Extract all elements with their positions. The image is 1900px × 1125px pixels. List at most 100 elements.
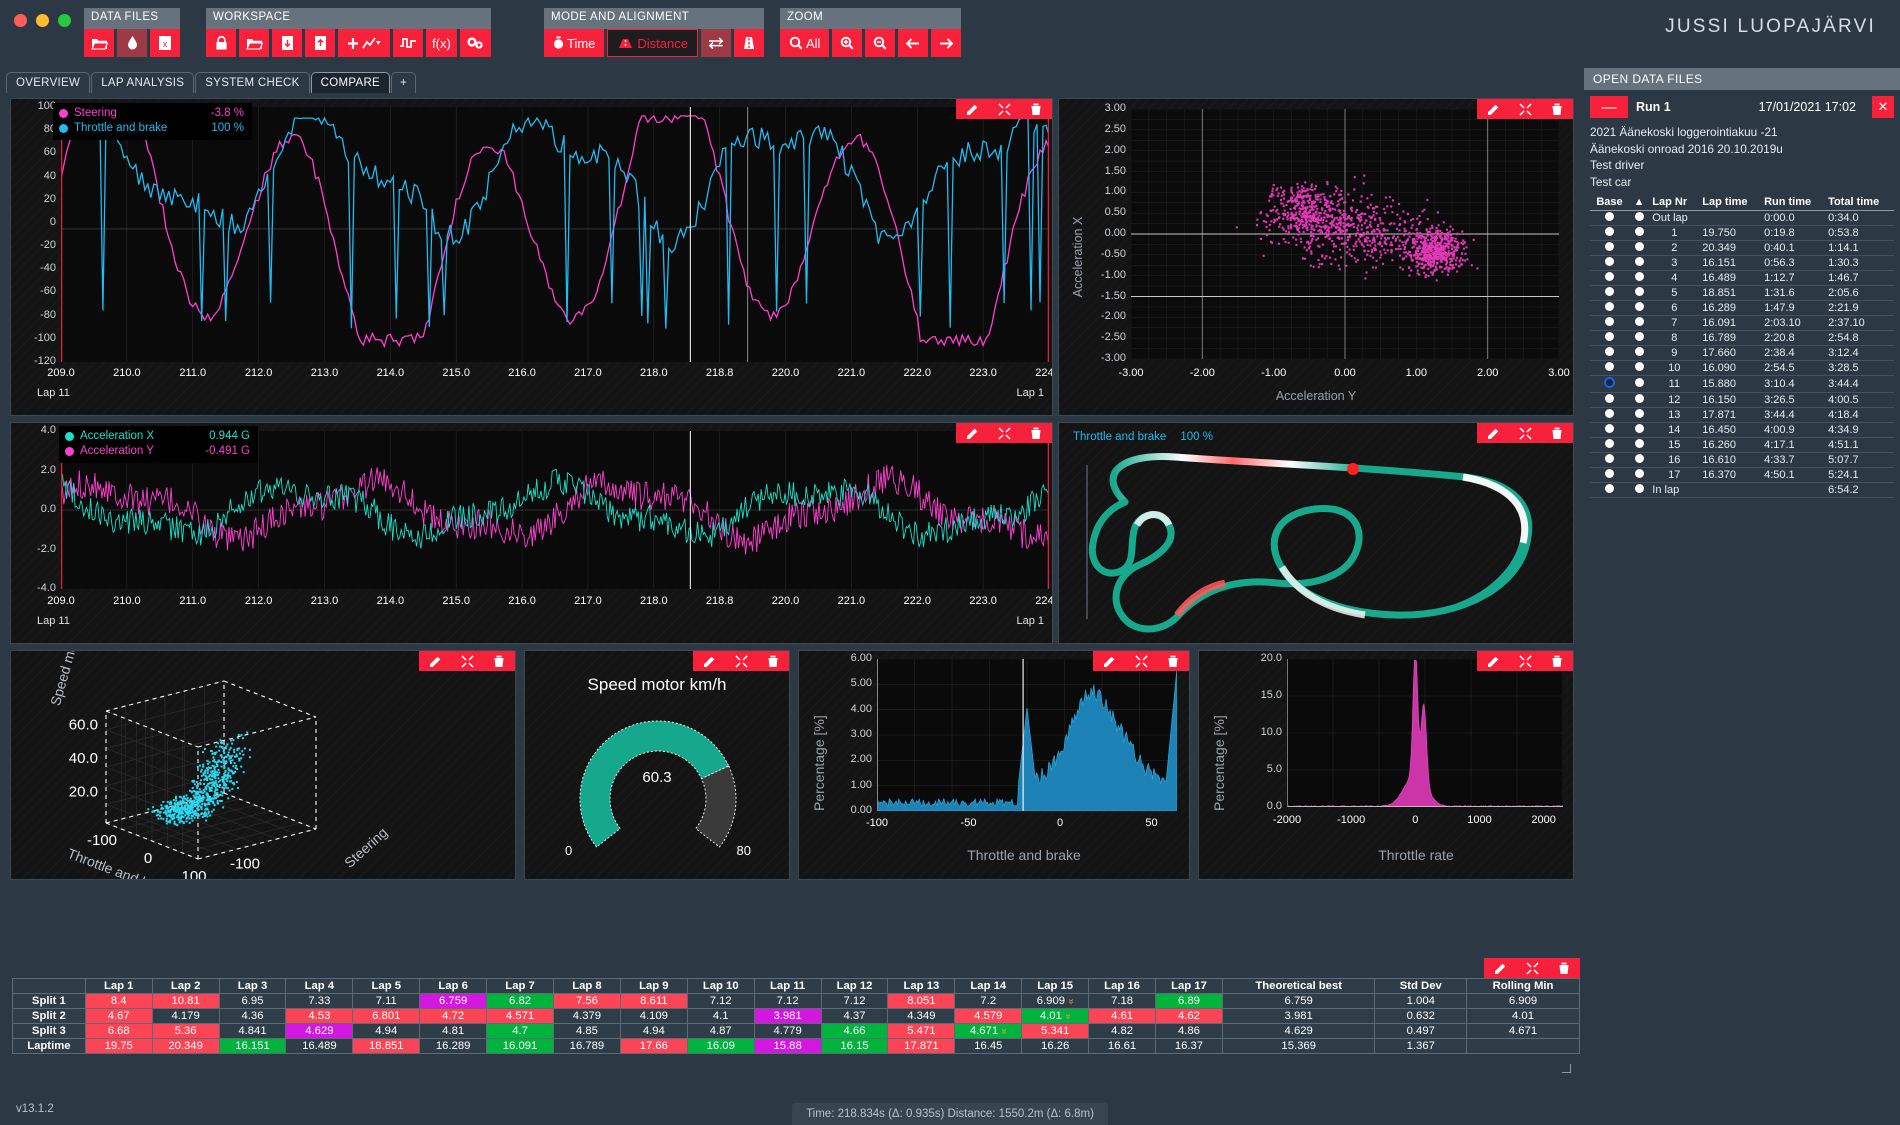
- table-row[interactable]: Split 18.410.816.957.337.116.7596.827.56…: [13, 994, 1580, 1009]
- lap-table-header[interactable]: Base: [1590, 194, 1629, 211]
- new-workspace-icon[interactable]: [305, 29, 335, 57]
- base-radio[interactable]: [1590, 241, 1629, 256]
- split-cell[interactable]: 4.1: [687, 1009, 754, 1024]
- zoom-out-button[interactable]: [865, 29, 895, 57]
- lap-row[interactable]: Out lap0:00.00:34.0: [1590, 211, 1894, 226]
- split-cell[interactable]: 4.61: [1089, 1009, 1156, 1024]
- split-cell[interactable]: [1467, 1039, 1580, 1054]
- split-cell[interactable]: 4.72: [420, 1009, 487, 1024]
- lap-row[interactable]: 1016.0902:54.53:28.5: [1590, 361, 1894, 376]
- split-cell[interactable]: 4.349: [888, 1009, 955, 1024]
- split-table-header[interactable]: Lap 9: [620, 979, 687, 994]
- base-radio[interactable]: [1590, 316, 1629, 331]
- split-table-header[interactable]: Lap 4: [286, 979, 353, 994]
- split-cell[interactable]: 4.62: [1156, 1009, 1223, 1024]
- split-cell[interactable]: 7.11: [353, 994, 420, 1009]
- lap-row[interactable]: 1516.2604:17.14:51.1: [1590, 438, 1894, 453]
- chart-3d-scatter[interactable]: 60.040.020.0-1000100-100 Speed motor Thr…: [10, 650, 516, 880]
- pulse-icon[interactable]: [393, 29, 423, 57]
- chart-acceleration-scatter[interactable]: Acceleration X 3.002.502.001.501.000.500…: [1058, 98, 1574, 416]
- edit-icon[interactable]: [956, 423, 988, 443]
- split-table-header[interactable]: Lap 14: [955, 979, 1022, 994]
- split-cell[interactable]: 16.15: [821, 1039, 888, 1054]
- expand-icon[interactable]: [451, 651, 483, 671]
- split-table-header[interactable]: Theoretical best: [1222, 979, 1375, 994]
- delete-icon[interactable]: [1541, 99, 1573, 119]
- lap-row[interactable]: 716.0912:03.102:37.10: [1590, 316, 1894, 331]
- chart-throttle-brake-histogram[interactable]: Percentage [%] 6.005.004.003.002.001.000…: [798, 650, 1190, 880]
- split-table-header[interactable]: Lap 7: [487, 979, 554, 994]
- lap-row[interactable]: 917.6602:38.43:12.4: [1590, 346, 1894, 361]
- edit-icon[interactable]: [1477, 651, 1509, 671]
- compare-radio[interactable]: [1629, 226, 1649, 241]
- base-radio[interactable]: [1590, 408, 1629, 423]
- table-row[interactable]: Laptime19.7520.34916.15116.48918.85116.2…: [13, 1039, 1580, 1054]
- split-cell[interactable]: 4.01: [1467, 1009, 1580, 1024]
- split-cell[interactable]: 4.81: [420, 1024, 487, 1039]
- split-cell[interactable]: 4.85: [554, 1024, 621, 1039]
- lap-row[interactable]: 316.1510:56.31:30.3: [1590, 256, 1894, 271]
- compare-radio[interactable]: [1629, 468, 1649, 483]
- split-cell[interactable]: 16.789: [554, 1039, 621, 1054]
- split-cell[interactable]: 4.36: [219, 1009, 286, 1024]
- split-table-header[interactable]: Lap 6: [420, 979, 487, 994]
- edit-icon[interactable]: [1477, 99, 1509, 119]
- split-table-header[interactable]: Lap 8: [554, 979, 621, 994]
- zoom-all-button[interactable]: All: [780, 29, 829, 57]
- panel-toolbar[interactable]: [1484, 958, 1580, 978]
- split-table-header[interactable]: Lap 2: [152, 979, 219, 994]
- split-cell[interactable]: 6.82: [487, 994, 554, 1009]
- compare-radio[interactable]: [1629, 301, 1649, 316]
- split-cell[interactable]: 6.68: [85, 1024, 152, 1039]
- split-table-header[interactable]: Rolling Min: [1467, 979, 1580, 994]
- compare-radio[interactable]: [1629, 241, 1649, 256]
- split-cell[interactable]: 17.66: [620, 1039, 687, 1054]
- edit-icon[interactable]: [1093, 651, 1125, 671]
- edit-icon[interactable]: [1477, 423, 1509, 443]
- split-cell[interactable]: 6.909: [1467, 994, 1580, 1009]
- panel-toolbar[interactable]: [1093, 651, 1189, 671]
- compare-radio[interactable]: [1629, 211, 1649, 226]
- split-cell[interactable]: 16.289: [420, 1039, 487, 1054]
- add-chart-icon[interactable]: [338, 29, 390, 57]
- base-radio[interactable]: [1590, 393, 1629, 408]
- lap-table-header[interactable]: Run time: [1761, 194, 1825, 211]
- split-cell[interactable]: 6.909»: [1022, 994, 1089, 1009]
- split-cell[interactable]: 10.81: [152, 994, 219, 1009]
- delete-icon[interactable]: [483, 651, 515, 671]
- split-cell[interactable]: 8.051: [888, 994, 955, 1009]
- expand-icon[interactable]: [725, 651, 757, 671]
- lock-workspace-icon[interactable]: [206, 29, 236, 57]
- track-map-panel[interactable]: Throttle and brake 100 %: [1058, 422, 1574, 644]
- split-cell[interactable]: 16.61: [1089, 1039, 1156, 1054]
- split-cell[interactable]: 1.004: [1375, 994, 1467, 1009]
- minimize-run-button[interactable]: —: [1590, 96, 1628, 118]
- lap-table-header[interactable]: Lap time: [1699, 194, 1761, 211]
- lap-row[interactable]: 1416.4504:00.94:34.9: [1590, 423, 1894, 438]
- base-radio[interactable]: [1590, 346, 1629, 361]
- split-cell[interactable]: 6.801: [353, 1009, 420, 1024]
- compare-radio[interactable]: [1629, 286, 1649, 301]
- split-cell[interactable]: 4.671»: [955, 1024, 1022, 1039]
- lap-row[interactable]: 1716.3704:50.15:24.1: [1590, 468, 1894, 483]
- split-cell[interactable]: 16.37: [1156, 1039, 1223, 1054]
- split-cell[interactable]: 4.109: [620, 1009, 687, 1024]
- lap-table-header[interactable]: Total time: [1825, 194, 1894, 211]
- panel-toolbar[interactable]: [956, 99, 1052, 119]
- lap-row[interactable]: 1115.8803:10.43:44.4: [1590, 376, 1894, 393]
- split-cell[interactable]: 16.151: [219, 1039, 286, 1054]
- compare-radio[interactable]: [1629, 376, 1649, 393]
- split-cell[interactable]: 8.611: [620, 994, 687, 1009]
- open-workspace-icon[interactable]: [239, 29, 269, 57]
- split-cell[interactable]: 0.497: [1375, 1024, 1467, 1039]
- split-cell[interactable]: 6.759: [420, 994, 487, 1009]
- base-radio[interactable]: [1590, 331, 1629, 346]
- split-cell[interactable]: 3.981: [754, 1009, 821, 1024]
- base-radio[interactable]: [1590, 423, 1629, 438]
- compare-radio[interactable]: [1629, 271, 1649, 286]
- split-cell[interactable]: 4.67: [85, 1009, 152, 1024]
- split-table-header[interactable]: Lap 1: [85, 979, 152, 994]
- split-cell[interactable]: 19.75: [85, 1039, 152, 1054]
- split-cell[interactable]: 6.89: [1156, 994, 1223, 1009]
- expand-icon[interactable]: [1516, 958, 1548, 978]
